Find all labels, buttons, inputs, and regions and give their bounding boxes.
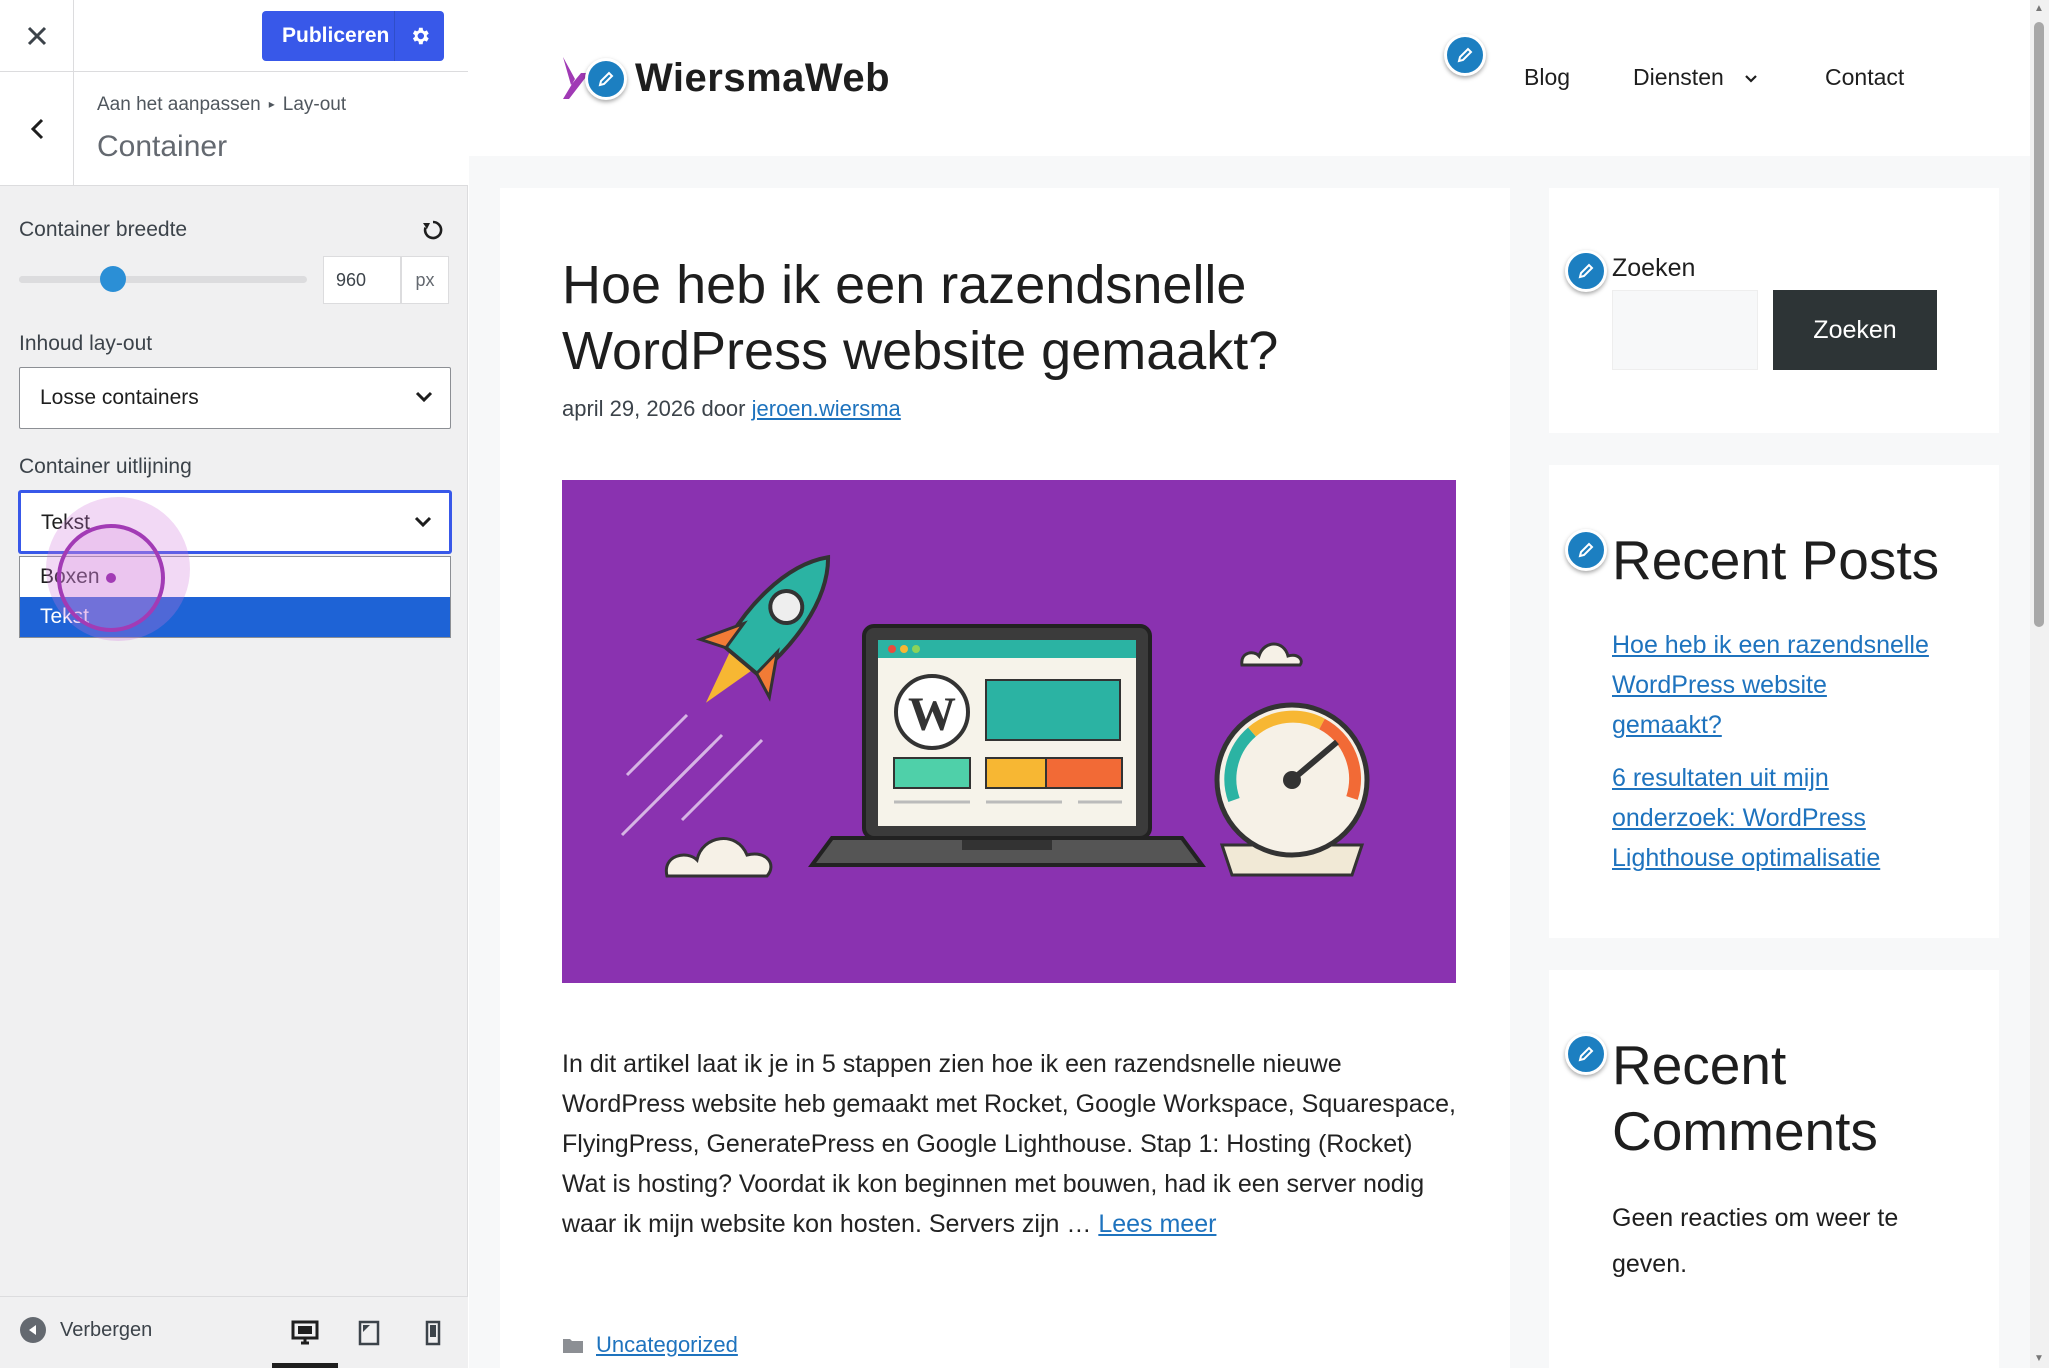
edit-menu-button[interactable] — [1444, 34, 1486, 76]
featured-image[interactable]: W — [562, 480, 1456, 983]
active-device-indicator — [272, 1363, 338, 1368]
reset-icon[interactable] — [420, 217, 446, 243]
site-title[interactable]: WiersmaWeb — [635, 56, 890, 101]
search-button[interactable]: Zoeken — [1773, 290, 1937, 370]
customizer-sidebar: Publiceren Aan het aanpassen ▸ Lay-out Con… — [0, 0, 468, 1368]
no-comments-text: Geen reacties om weer te geven. — [1612, 1204, 1899, 1278]
breadcrumb: Aan het aanpassen ▸ Lay-out — [97, 94, 346, 116]
post-excerpt-text: In dit artikel laat ik je in 5 stappen z… — [562, 1050, 1456, 1238]
site-preview: WiersmaWeb Blog Diensten Contact Hoe heb… — [469, 0, 2049, 1368]
container-width-label: Container breedte — [19, 218, 188, 241]
search-input[interactable] — [1612, 290, 1758, 370]
post-meta: april 29, 2026 door jeroen.wiersma — [562, 396, 901, 422]
dropdown-option-tekst[interactable]: Tekst — [20, 597, 450, 637]
scroll-up-icon[interactable]: ▲ — [2034, 4, 2044, 14]
section-header: Aan het aanpassen ▸ Lay-out Container — [0, 72, 468, 186]
collapse-icon — [20, 1317, 46, 1343]
slider-thumb[interactable] — [100, 266, 127, 292]
pencil-icon — [1578, 1046, 1594, 1062]
slider-fill — [19, 276, 106, 283]
article-card: Hoe heb ik een razendsnelle WordPress we… — [500, 188, 1510, 1368]
container-width-slider[interactable] — [19, 276, 307, 283]
pencil-icon — [1578, 542, 1594, 558]
back-button[interactable] — [0, 72, 74, 186]
chevron-left-icon — [30, 118, 43, 140]
gear-icon — [412, 27, 429, 45]
device-tablet-button[interactable] — [346, 1311, 392, 1355]
scroll-thumb[interactable] — [2034, 22, 2044, 627]
edit-search-widget-button[interactable] — [1565, 250, 1607, 292]
folder-icon — [563, 1339, 583, 1353]
recent-comments-widget: Recent Comments Geen reacties om weer te… — [1549, 970, 1999, 1368]
recent-posts-title: Recent Posts — [1612, 529, 1940, 591]
recent-post-link[interactable]: Hoe heb ik een razendsnelle WordPress we… — [1612, 625, 1942, 745]
edit-logo-button[interactable] — [585, 58, 627, 100]
customizer-topbar: Publiceren — [0, 0, 468, 72]
desktop-icon — [291, 1320, 319, 1345]
post-date: april 29, 2026 — [562, 396, 696, 421]
content-layout-label: Inhoud lay-out — [19, 332, 153, 355]
breadcrumb-parent: Lay-out — [282, 94, 347, 115]
edit-recent-comments-button[interactable] — [1565, 1033, 1607, 1075]
nav-item-diensten-label: Diensten — [1633, 64, 1724, 90]
container-alignment-label: Container uitlijning — [19, 455, 192, 478]
nav-item-blog[interactable]: Blog — [1524, 64, 1570, 91]
pencil-icon — [598, 71, 614, 87]
content-layout-value: Losse containers — [40, 386, 199, 409]
pencil-icon — [1578, 263, 1594, 279]
chevron-down-icon — [415, 391, 433, 403]
preview-scrollbar[interactable]: ▲ ▼ — [2030, 0, 2049, 1368]
publish-group: Publiceren — [262, 11, 444, 61]
post-excerpt: In dit artikel laat ik je in 5 stappen z… — [562, 1044, 1462, 1244]
breadcrumb-separator-icon: ▸ — [268, 97, 275, 111]
container-width-input[interactable]: 960 — [323, 256, 401, 304]
category-link[interactable]: Uncategorized — [596, 1332, 738, 1358]
container-alignment-select[interactable]: Tekst — [19, 491, 451, 553]
scroll-down-icon[interactable]: ▼ — [2034, 1354, 2044, 1364]
device-desktop-button[interactable] — [282, 1311, 328, 1355]
dropdown-option-boxen[interactable]: Boxen — [20, 557, 450, 597]
chevron-down-icon — [414, 516, 432, 528]
nav-item-diensten[interactable]: Diensten — [1633, 64, 1758, 91]
recent-posts-widget: Recent Posts Hoe heb ik een razendsnelle… — [1549, 465, 1999, 938]
recent-post-link[interactable]: 6 resultaten uit mijn onderzoek: WordPre… — [1612, 758, 1942, 878]
read-more-link[interactable]: Lees meer — [1098, 1210, 1216, 1238]
mobile-icon — [425, 1320, 441, 1346]
close-customizer-button[interactable] — [0, 0, 74, 72]
tablet-icon — [358, 1320, 380, 1346]
pencil-icon — [1457, 47, 1473, 63]
search-label: Zoeken — [1612, 254, 1696, 282]
svg-text:W: W — [908, 688, 956, 741]
publish-button[interactable]: Publiceren — [262, 11, 394, 61]
edit-recent-posts-button[interactable] — [1565, 529, 1607, 571]
hide-controls-button[interactable]: Verbergen — [20, 1317, 152, 1343]
post-by: door — [701, 396, 746, 421]
search-widget: Zoeken Zoeken — [1549, 188, 1999, 433]
publish-settings-button[interactable] — [394, 11, 444, 61]
section-title: Container — [97, 130, 228, 163]
unit-label: px — [401, 256, 449, 304]
post-category: Uncategorized — [562, 1332, 738, 1358]
content-layout-select[interactable]: Losse containers — [19, 367, 451, 429]
close-icon — [27, 26, 46, 46]
device-mobile-button[interactable] — [410, 1311, 456, 1355]
alignment-dropdown-list: Boxen Tekst — [19, 556, 451, 638]
post-author-link[interactable]: jeroen.wiersma — [752, 396, 901, 421]
container-alignment-value: Tekst — [41, 511, 91, 534]
post-title[interactable]: Hoe heb ik een razendsnelle WordPress we… — [562, 252, 1462, 384]
chevron-down-icon — [1745, 75, 1757, 83]
breadcrumb-root: Aan het aanpassen — [97, 94, 261, 115]
hide-label: Verbergen — [60, 1318, 153, 1341]
customizer-footer: Verbergen — [0, 1296, 468, 1368]
site-header: WiersmaWeb Blog Diensten Contact — [469, 0, 2031, 156]
recent-comments-title: Recent Comments — [1612, 1034, 1878, 1162]
nav-item-contact[interactable]: Contact — [1825, 64, 1904, 91]
